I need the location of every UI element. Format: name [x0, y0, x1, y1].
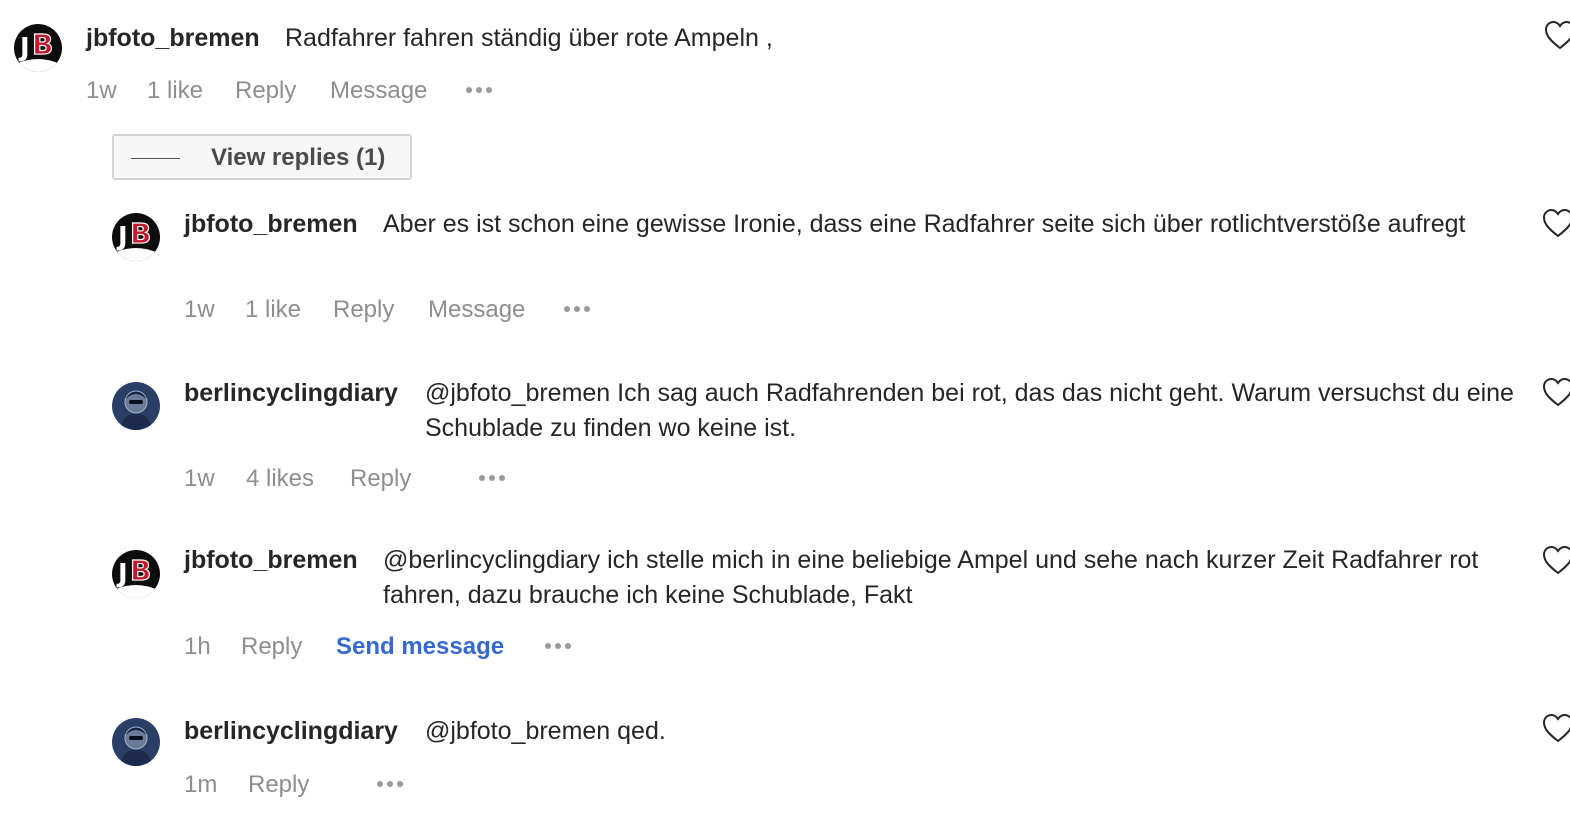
comment-text: Aber es ist schon eine gewisse Ironie, d… — [383, 210, 1466, 238]
divider-line — [131, 158, 180, 159]
comment-text: Radfahrer fahren ständig über rote Ampel… — [285, 24, 773, 52]
username[interactable]: jbfoto_bremen — [86, 21, 260, 56]
comment-text: @jbfoto_bremen Ich sag auch Radfahrenden… — [425, 379, 1514, 442]
heart-icon[interactable] — [1541, 712, 1570, 744]
comment-actions: 1m Reply — [184, 770, 444, 800]
timestamp: 1w — [86, 77, 117, 104]
view-replies-label: View replies (1) — [211, 144, 386, 171]
avatar[interactable] — [112, 213, 160, 261]
reply-button[interactable]: Reply — [248, 770, 309, 800]
comment-text: @jbfoto_bremen qed. — [425, 717, 666, 745]
more-options-icon[interactable] — [564, 306, 592, 314]
view-replies-button[interactable]: View replies (1) — [112, 134, 412, 180]
avatar[interactable] — [112, 550, 160, 598]
message-button[interactable]: Message — [428, 295, 525, 325]
reply-button[interactable]: Reply — [235, 76, 296, 106]
more-options-icon[interactable] — [377, 781, 405, 789]
reply-button[interactable]: Reply — [350, 464, 411, 494]
comment-actions: 1w 1 like Reply Message — [184, 295, 604, 325]
send-message-button[interactable]: Send message — [336, 632, 504, 662]
more-options-icon[interactable] — [545, 643, 573, 651]
username[interactable]: berlincyclingdiary — [184, 714, 398, 749]
comment-text: @berlincyclingdiary ich stelle mich in e… — [383, 546, 1479, 609]
avatar[interactable] — [14, 24, 62, 72]
reply-button[interactable]: Reply — [241, 632, 302, 662]
heart-icon[interactable] — [1541, 207, 1570, 239]
message-button[interactable]: Message — [330, 76, 427, 106]
likes-count[interactable]: 4 likes — [246, 464, 314, 494]
timestamp: 1h — [184, 633, 211, 660]
likes-count[interactable]: 1 like — [147, 76, 203, 106]
comment-actions: 1w 1 like Reply Message — [86, 76, 506, 106]
timestamp: 1w — [184, 296, 215, 323]
comment-actions: 1h Reply Send message — [184, 632, 584, 662]
timestamp: 1w — [184, 465, 215, 492]
heart-icon[interactable] — [1543, 19, 1570, 51]
heart-icon[interactable] — [1541, 544, 1570, 576]
timestamp: 1m — [184, 771, 218, 798]
more-options-icon[interactable] — [466, 87, 494, 95]
more-options-icon[interactable] — [479, 475, 507, 483]
username[interactable]: jbfoto_bremen — [184, 207, 358, 242]
username[interactable]: berlincyclingdiary — [184, 376, 398, 411]
comment-actions: 1w 4 likes Reply — [184, 464, 524, 494]
reply-button[interactable]: Reply — [333, 295, 394, 325]
username[interactable]: jbfoto_bremen — [184, 543, 358, 578]
avatar[interactable] — [112, 718, 160, 766]
heart-icon[interactable] — [1541, 376, 1570, 408]
avatar[interactable] — [112, 382, 160, 430]
likes-count[interactable]: 1 like — [245, 295, 301, 325]
